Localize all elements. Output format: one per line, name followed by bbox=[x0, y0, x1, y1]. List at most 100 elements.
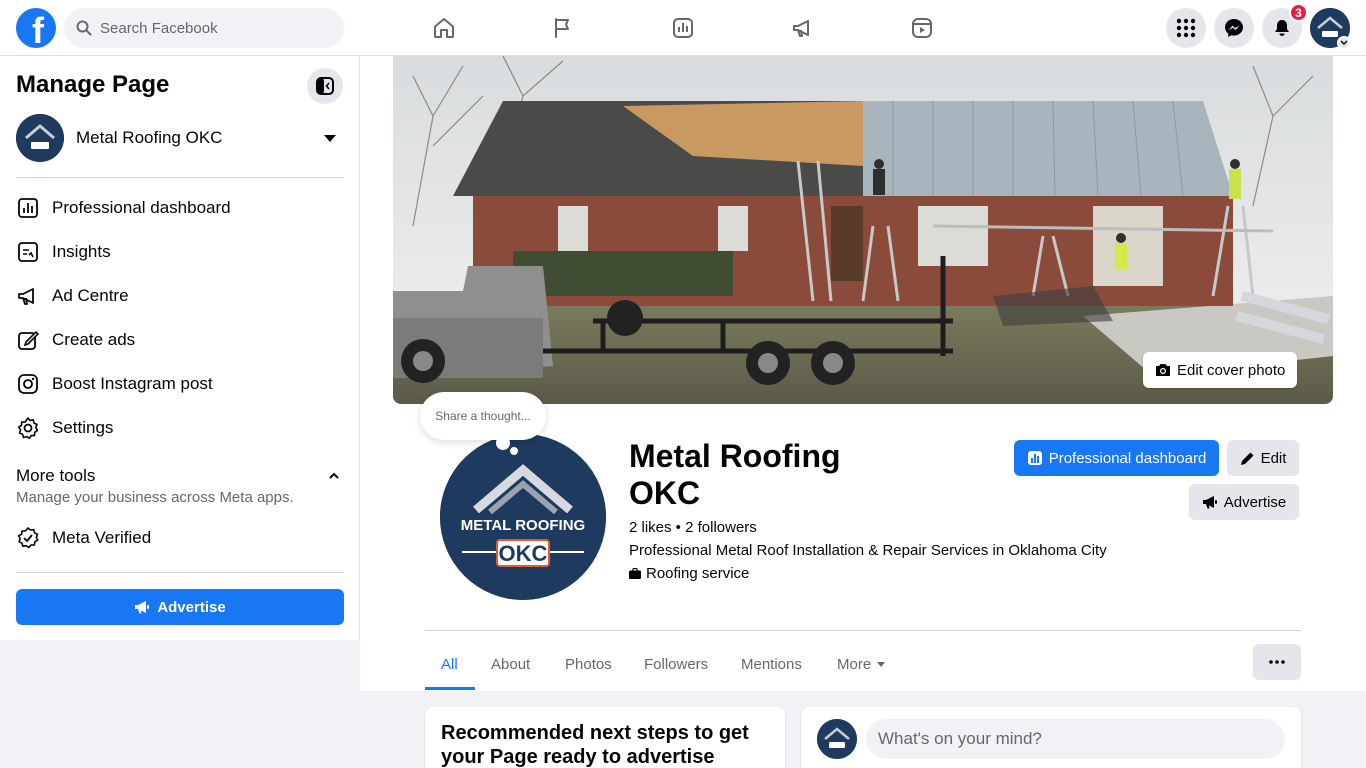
share-thought-label: Share a thought... bbox=[435, 409, 531, 423]
tab-more[interactable]: More bbox=[821, 640, 901, 688]
pencil-icon bbox=[16, 328, 40, 352]
composer-avatar[interactable] bbox=[817, 719, 857, 759]
instagram-icon bbox=[16, 372, 40, 396]
sidebar-item-label: Ad Centre bbox=[52, 286, 129, 305]
post-composer-card: What's on your mind? bbox=[801, 707, 1301, 768]
search-input[interactable] bbox=[100, 19, 320, 37]
gear-icon bbox=[16, 416, 40, 440]
edit-page-button[interactable]: Edit bbox=[1227, 440, 1299, 476]
briefcase-icon bbox=[629, 568, 641, 579]
ellipsis-icon bbox=[1269, 660, 1285, 664]
thought-bubble-dot bbox=[510, 447, 518, 455]
facebook-logo-icon[interactable]: f bbox=[16, 8, 56, 48]
notification-badge: 3 bbox=[1289, 3, 1308, 22]
camera-icon bbox=[1155, 363, 1171, 377]
sidebar-item-settings[interactable]: Settings bbox=[16, 408, 344, 448]
dashboard-icon bbox=[16, 196, 40, 220]
verified-badge-icon bbox=[16, 526, 40, 550]
menu-grid-button[interactable] bbox=[1166, 8, 1206, 48]
megaphone-icon bbox=[134, 599, 150, 615]
recommended-steps-card: Recommended next steps to get your Page … bbox=[425, 707, 785, 768]
notifications-button[interactable]: 3 bbox=[1262, 3, 1308, 48]
megaphone-icon bbox=[16, 284, 40, 308]
sidebar-item-label: Settings bbox=[52, 418, 114, 437]
page-category-label: Roofing service bbox=[646, 565, 750, 582]
sidebar-item-insights[interactable]: Insights bbox=[16, 232, 344, 272]
page-name: Metal Roofing OKC bbox=[76, 128, 223, 147]
more-tools-subtitle: Manage your business across Meta apps. bbox=[16, 489, 294, 506]
professional-dashboard-button[interactable]: Professional dashboard bbox=[1014, 440, 1219, 476]
professional-dashboard-label: Professional dashboard bbox=[1048, 449, 1207, 467]
recommended-steps-title: Recommended next steps to get your Page … bbox=[441, 722, 749, 768]
more-tools-section[interactable]: More tools Manage your business across M… bbox=[16, 466, 344, 506]
sidebar-title: Manage Page bbox=[16, 71, 170, 98]
logo-text-line1: METAL ROOFING bbox=[461, 517, 585, 534]
account-menu-chevron-icon[interactable] bbox=[1337, 36, 1351, 50]
megaphone-icon[interactable] bbox=[789, 14, 817, 42]
dashboard-icon bbox=[1027, 450, 1043, 466]
tab-photos[interactable]: Photos bbox=[549, 640, 628, 688]
page-title-line2: OKC bbox=[629, 475, 701, 511]
page-switcher[interactable]: Metal Roofing OKC bbox=[16, 114, 344, 162]
active-tab-indicator bbox=[425, 687, 475, 690]
sidebar-item-meta-verified[interactable]: Meta Verified bbox=[16, 518, 344, 558]
caret-down-icon bbox=[877, 661, 886, 667]
page-title: Metal Roofing OKC bbox=[629, 438, 889, 512]
page-category: Roofing service bbox=[629, 565, 749, 582]
page-description: Professional Metal Roof Installation & R… bbox=[629, 542, 1107, 559]
page-avatar bbox=[16, 114, 64, 162]
tab-all[interactable]: All bbox=[425, 640, 474, 688]
sidebar-item-create-ads[interactable]: Create ads bbox=[16, 320, 344, 360]
sidebar-item-boost-instagram-post[interactable]: Boost Instagram post bbox=[16, 364, 344, 404]
divider bbox=[16, 572, 344, 573]
sidebar-item-label: Meta Verified bbox=[52, 528, 152, 547]
messenger-icon bbox=[1225, 19, 1243, 37]
tab-mentions[interactable]: Mentions bbox=[725, 640, 818, 688]
sidebar-item-professional-dashboard[interactable]: Professional dashboard bbox=[16, 188, 344, 228]
search-icon bbox=[76, 20, 92, 36]
divider bbox=[16, 177, 344, 178]
thought-bubble-dot bbox=[496, 436, 510, 450]
edit-cover-photo-label: Edit cover photo bbox=[1177, 361, 1286, 379]
bell-icon bbox=[1275, 20, 1289, 36]
sidebar-item-ad-centre[interactable]: Ad Centre bbox=[16, 276, 344, 316]
dashboard-icon[interactable] bbox=[669, 14, 697, 42]
top-navigation-bar: f 3 bbox=[0, 0, 1366, 56]
chevron-up-icon bbox=[329, 472, 339, 479]
more-options-button[interactable] bbox=[1253, 644, 1301, 680]
divider bbox=[425, 630, 1301, 631]
sidebar-item-label: Boost Instagram post bbox=[52, 374, 213, 393]
manage-page-sidebar: Manage Page Metal Roofing OKC Profession… bbox=[0, 56, 360, 640]
more-tools-title: More tools bbox=[16, 466, 96, 485]
likes-followers-count[interactable]: 2 likes • 2 followers bbox=[629, 519, 757, 536]
composer-input[interactable]: What's on your mind? bbox=[866, 719, 1285, 759]
advertise-button[interactable]: Advertise bbox=[16, 589, 344, 625]
tab-followers[interactable]: Followers bbox=[628, 640, 724, 688]
grid-icon bbox=[1176, 18, 1196, 38]
sidebar-item-label: Create ads bbox=[52, 330, 136, 349]
pencil-icon bbox=[1240, 451, 1255, 466]
messenger-button[interactable] bbox=[1214, 8, 1254, 48]
panel-toggle-icon bbox=[316, 77, 334, 95]
caret-down-icon bbox=[324, 134, 336, 142]
advertise-label: Advertise bbox=[157, 598, 226, 616]
sidebar-item-label: Insights bbox=[52, 242, 111, 261]
megaphone-icon bbox=[1202, 494, 1218, 510]
page-profile-picture[interactable]: METAL ROOFING OKC bbox=[437, 431, 609, 603]
reels-icon[interactable] bbox=[908, 14, 936, 42]
edit-label: Edit bbox=[1260, 449, 1287, 467]
page-title-line1: Metal Roofing bbox=[629, 438, 841, 474]
share-thought-bubble[interactable]: Share a thought... bbox=[420, 392, 546, 440]
home-icon[interactable] bbox=[430, 14, 458, 42]
tab-about[interactable]: About bbox=[475, 640, 546, 688]
logo-text-line2: OKC bbox=[499, 541, 548, 566]
sidebar-item-label: Professional dashboard bbox=[52, 198, 231, 217]
tab-more-label: More bbox=[837, 655, 872, 673]
sidebar-collapse-button[interactable] bbox=[307, 68, 343, 104]
search-box[interactable] bbox=[64, 8, 344, 48]
flag-icon[interactable] bbox=[549, 14, 577, 42]
edit-cover-photo-button[interactable]: Edit cover photo bbox=[1143, 352, 1298, 388]
insights-icon bbox=[16, 240, 40, 264]
advertise-page-button[interactable]: Advertise bbox=[1189, 484, 1299, 520]
advertise-label: Advertise bbox=[1223, 493, 1287, 511]
